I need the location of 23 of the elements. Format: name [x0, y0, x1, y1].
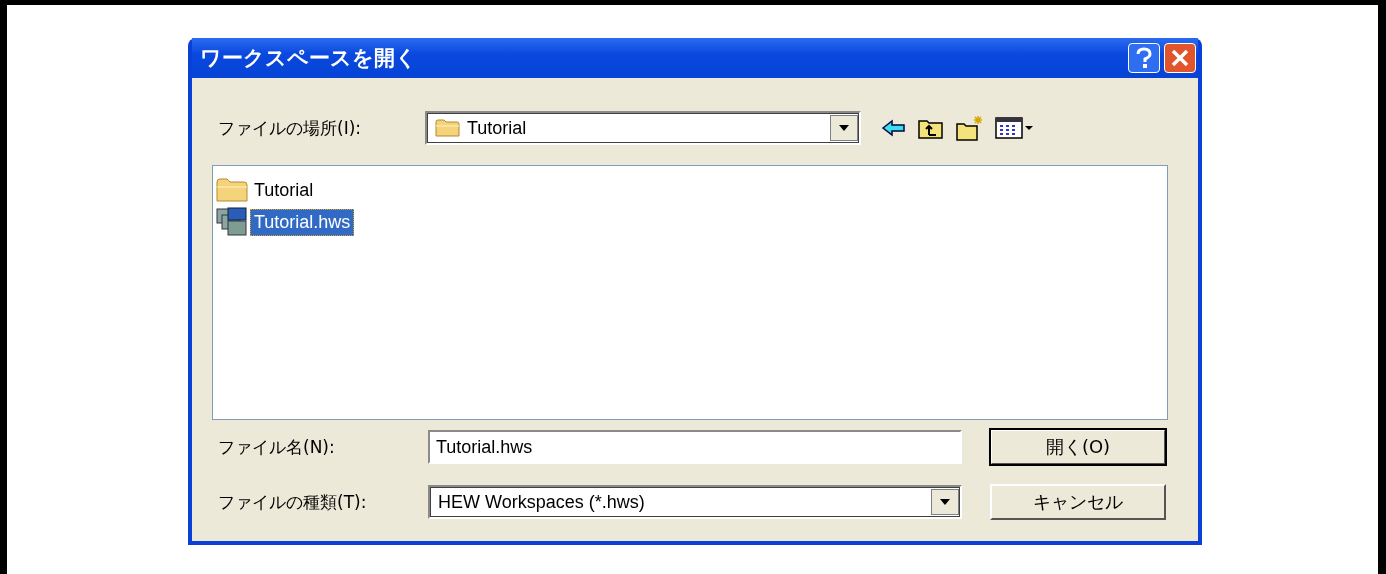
cancel-button[interactable]: キャンセル — [990, 484, 1166, 520]
file-name-text: Tutorial.hws — [250, 208, 355, 236]
window-title: ワークスペースを開く — [200, 45, 417, 72]
help-icon — [1135, 47, 1153, 69]
file-list-item[interactable]: Tutorial.hws — [216, 206, 1167, 238]
location-dropdown[interactable]: Tutorial — [425, 111, 861, 145]
file-name-field[interactable]: Tutorial.hws — [428, 430, 962, 464]
folder-icon — [216, 177, 248, 203]
view-menu-icon[interactable] — [995, 116, 1035, 140]
location-label: ファイルの場所(I): — [218, 116, 362, 140]
help-button[interactable] — [1128, 43, 1160, 73]
folder-icon — [435, 118, 461, 138]
file-list-item[interactable]: Tutorial — [216, 174, 1167, 206]
stacked-windows-icon — [216, 207, 248, 237]
file-type-label: ファイルの種類(T): — [218, 490, 368, 514]
file-name-label: ファイル名(N): — [218, 435, 336, 459]
back-arrow-icon[interactable] — [881, 118, 907, 138]
close-icon — [1171, 49, 1189, 67]
new-folder-icon[interactable] — [955, 114, 985, 142]
file-name-text: Tutorial — [253, 178, 315, 202]
close-button[interactable] — [1164, 43, 1196, 73]
open-button[interactable]: 開く(O) — [990, 429, 1166, 465]
file-type-dropdown[interactable]: HEW Workspaces (*.hws) — [428, 485, 962, 519]
